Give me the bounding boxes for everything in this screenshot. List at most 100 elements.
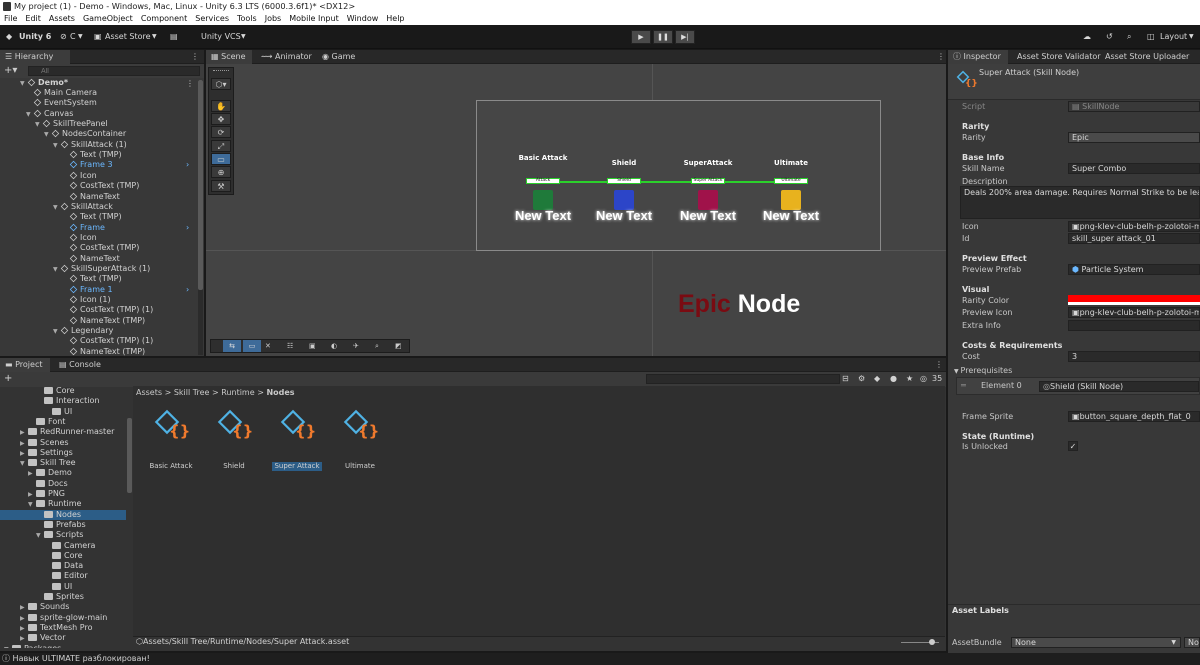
drag-handle-icon[interactable]: ═ (961, 381, 966, 390)
hierarchy-item[interactable]: CostText (TMP) (62, 181, 139, 191)
folder-item[interactable]: Docs (0, 479, 126, 489)
hierarchy-item[interactable]: ▼ SkillSuperAttack (1) (53, 264, 150, 274)
icon-field[interactable]: ▣png-klev-club-belh-p-zolotoi-me (1068, 221, 1200, 232)
cost-input[interactable]: 3 (1068, 351, 1200, 362)
tree-scrollbar[interactable] (127, 418, 132, 493)
scriptable-object-icon[interactable]: {} (277, 406, 317, 446)
chevron-right-icon[interactable]: › (186, 223, 189, 233)
more-options-icon[interactable]: ⋮ (186, 79, 194, 88)
skill-node-icon[interactable] (698, 190, 718, 210)
cloud-dropdown[interactable]: C (70, 25, 76, 49)
hierarchy-item[interactable]: CostText (TMP) (62, 243, 139, 253)
folder-item[interactable]: Nodes (0, 509, 126, 520)
hierarchy-item[interactable]: NameText (62, 192, 120, 202)
asset-label[interactable]: Ultimate (328, 462, 392, 471)
pause-button[interactable]: ❚❚ (653, 30, 673, 44)
folder-item[interactable]: Font (0, 417, 126, 427)
project-search-input[interactable] (646, 374, 840, 384)
menu-assets[interactable]: Assets (45, 13, 79, 25)
image-icon[interactable]: ▣ (309, 340, 316, 352)
add-icon[interactable]: + (4, 373, 12, 384)
hierarchy-item[interactable]: Frame › (62, 223, 189, 233)
folder-item[interactable]: UI (0, 407, 126, 417)
more-options-icon[interactable]: ⋮ (930, 358, 948, 372)
skill-node-icon[interactable] (533, 190, 553, 210)
folder-item[interactable]: Data (0, 561, 126, 571)
hand-tool-icon[interactable]: ✋ (211, 100, 231, 112)
foldout-arrow-icon[interactable]: ▼ (53, 265, 61, 275)
hierarchy-item[interactable]: Icon (1) (62, 295, 111, 305)
prerequisites-foldout[interactable]: ▼ Prerequisites (954, 366, 1012, 376)
hierarchy-item[interactable]: NameText (TMP) (62, 347, 145, 357)
tab-scene[interactable]: ▦ Scene (206, 50, 252, 64)
folder-item[interactable]: Core (0, 386, 126, 396)
scene-viewport[interactable]: Basic Attack Attack New Text Shield Shield Ne… (206, 64, 946, 356)
filter-icon[interactable]: ⚙ (858, 374, 865, 383)
menu-jobs[interactable]: Jobs (261, 13, 286, 25)
folder-item[interactable]: ▶ Vector (0, 633, 126, 643)
chevron-right-icon[interactable]: › (186, 285, 189, 295)
package-icon[interactable]: ▤ (170, 25, 178, 49)
is-unlocked-checkbox[interactable]: ✓ (1068, 441, 1078, 451)
rect-tool-icon[interactable]: ▭ (211, 153, 231, 165)
hierarchy-item[interactable]: ▼ SkillTreePanel (35, 119, 108, 129)
search-by-type-icon[interactable]: ⊟ (842, 374, 849, 383)
foldout-arrow-icon[interactable]: ▼ (26, 110, 34, 120)
asset-label[interactable]: Super Attack (272, 462, 322, 471)
hierarchy-scrollbar[interactable] (198, 80, 203, 355)
rarity-color-field[interactable] (1068, 295, 1200, 305)
hierarchy-item[interactable]: ▼ Legendary (53, 326, 113, 336)
breadcrumb-skill-tree[interactable]: Skill Tree (174, 388, 210, 397)
menu-gameobject[interactable]: GameObject (79, 13, 137, 25)
sliders-icon[interactable]: ☷ (287, 340, 293, 352)
tab-console[interactable]: ▤ Console (54, 358, 106, 372)
play-button[interactable]: ▶ (631, 30, 651, 44)
foldout-arrow-icon[interactable]: ▼ (53, 203, 61, 213)
scriptable-object-icon[interactable]: {} (151, 406, 191, 446)
hierarchy-item[interactable]: Frame 1 › (62, 285, 189, 295)
scene-root[interactable]: ▼ Demo* (20, 78, 68, 88)
element-0-field[interactable]: ◎Shield (Skill Node) (1039, 381, 1199, 392)
tab-game[interactable]: ◉ Game (317, 50, 360, 64)
folder-item[interactable]: Interaction (0, 396, 126, 406)
gizmos-icon[interactable]: ◩ (395, 340, 402, 352)
folder-item[interactable]: ▶ Demo (0, 468, 126, 478)
hierarchy-item[interactable]: NameText (TMP) (62, 316, 145, 326)
layout-dropdown[interactable]: Layout (1160, 25, 1187, 49)
tab-animator[interactable]: ⟿ Animator (256, 50, 317, 64)
zoom-slider[interactable] (901, 639, 939, 645)
foldout-arrow-icon[interactable]: ▼ (53, 141, 61, 151)
chevron-right-icon[interactable]: › (186, 160, 189, 170)
account-button[interactable]: Unity 6 (19, 25, 51, 49)
menu-mobile-input[interactable]: Mobile Input (285, 13, 343, 25)
menu-file[interactable]: File (0, 13, 21, 25)
canvas-rect[interactable] (476, 100, 881, 251)
tab-asset-store-validator[interactable]: Asset Store Validator (1012, 50, 1106, 64)
custom-tool-icon[interactable]: ⚒ (211, 180, 231, 192)
menu-edit[interactable]: Edit (21, 13, 45, 25)
transform-tool-icon[interactable]: ⊕ (211, 166, 231, 178)
scale-tool-icon[interactable]: ⤢ (211, 140, 231, 152)
cloud-account-icon[interactable]: ⊘ (60, 25, 67, 49)
history-icon[interactable]: ↺ (1106, 25, 1113, 49)
skill-name-input[interactable]: Super Combo (1068, 163, 1200, 174)
scriptable-object-icon[interactable]: {} (340, 406, 380, 446)
label-icon[interactable]: ◆ (874, 374, 880, 383)
folder-item[interactable]: ▶ sprite-glow-main (0, 613, 126, 623)
hierarchy-item[interactable]: CostText (TMP) (1) (62, 305, 153, 315)
description-textarea[interactable]: Deals 200% area damage. Requires Normal … (960, 186, 1200, 219)
extra-info-input[interactable] (1068, 320, 1200, 331)
breadcrumb-assets[interactable]: Assets (136, 388, 162, 397)
folder-item[interactable]: ▼ Scripts (0, 530, 126, 540)
visibility-icon[interactable]: ◎ (920, 374, 927, 383)
tab-asset-store-uploader[interactable]: Asset Store Uploader (1100, 50, 1194, 64)
asset-store-button[interactable]: Asset Store (105, 25, 151, 49)
folder-item[interactable]: Camera (0, 541, 126, 551)
menu-window[interactable]: Window (343, 13, 383, 25)
foldout-arrow-icon[interactable]: ▼ (44, 130, 52, 140)
hierarchy-item[interactable]: ▼ Canvas (26, 109, 73, 119)
folder-item[interactable]: ▶ Sounds (0, 602, 126, 612)
hierarchy-item[interactable]: EventSystem (26, 98, 97, 108)
menu-services[interactable]: Services (191, 13, 233, 25)
asset-label[interactable]: Basic Attack (139, 462, 203, 471)
